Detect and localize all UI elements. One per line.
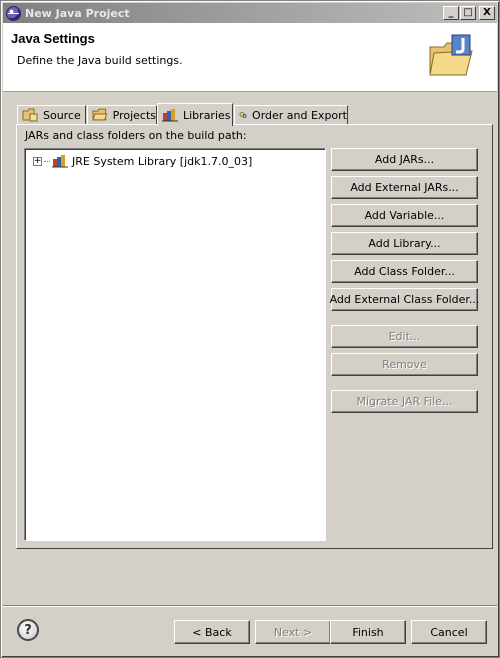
build-path-tree[interactable]: + JRE System Library [jdk1.7.0_03] — [24, 148, 326, 541]
build-path-label: JARs and class folders on the build path… — [25, 129, 247, 142]
next-button[interactable]: Next > — [255, 620, 331, 644]
title-bar[interactable]: New Java Project _ □ X — [3, 3, 497, 23]
tab-projects[interactable]: Projects — [87, 105, 157, 125]
tab-libraries-label: Libraries — [183, 108, 231, 122]
cancel-button[interactable]: Cancel — [411, 620, 487, 644]
library-icon — [52, 155, 68, 168]
source-folder-icon — [22, 108, 38, 122]
maximize-button[interactable]: □ — [460, 6, 476, 20]
tree-connector — [44, 160, 50, 162]
eclipse-icon — [6, 5, 21, 21]
add-variable-button[interactable]: Add Variable... — [331, 204, 478, 227]
expand-icon[interactable]: + — [33, 156, 42, 166]
header-banner: Java Settings Define the Java build sett… — [3, 23, 497, 92]
tree-item-label: JRE System Library [jdk1.7.0_03] — [72, 154, 253, 168]
tree-item-jre-system-library[interactable]: + JRE System Library [jdk1.7.0_03] — [33, 154, 252, 168]
page-description: Define the Java build settings. — [17, 54, 183, 67]
tab-projects-label: Projects — [112, 108, 156, 122]
tab-order-and-export[interactable]: Order and Export — [234, 105, 348, 125]
add-external-jars-button[interactable]: Add External JARs... — [331, 176, 478, 199]
window-title: New Java Project — [25, 6, 130, 20]
finish-button[interactable]: Finish — [330, 620, 406, 644]
page-title: Java Settings — [11, 31, 95, 46]
tab-libraries[interactable]: Libraries — [157, 103, 233, 126]
tab-order-export-label: Order and Export — [252, 108, 347, 122]
minimize-button[interactable]: _ — [443, 6, 459, 20]
add-jars-button[interactable]: Add JARs... — [331, 148, 478, 171]
close-button[interactable]: X — [479, 6, 495, 20]
add-class-folder-button[interactable]: Add Class Folder... — [331, 260, 478, 283]
add-library-button[interactable]: Add Library... — [331, 232, 478, 255]
back-button[interactable]: < Back — [174, 620, 250, 644]
migrate-jar-file-button[interactable]: Migrate JAR File... — [331, 390, 478, 413]
wizard-folder-java-icon — [429, 34, 473, 76]
footer-divider — [3, 605, 497, 607]
new-java-project-dialog: New Java Project _ □ X Java Settings Def… — [0, 0, 500, 658]
tab-source[interactable]: Source — [17, 105, 86, 125]
help-icon[interactable]: ? — [17, 619, 39, 641]
add-external-class-folder-button[interactable]: Add External Class Folder... — [330, 288, 479, 311]
projects-folder-icon — [92, 108, 108, 121]
edit-button[interactable]: Edit... — [331, 325, 478, 348]
order-export-icon — [239, 111, 247, 119]
remove-button[interactable]: Remove — [331, 353, 478, 376]
libraries-icon — [162, 109, 178, 122]
tab-source-label: Source — [43, 108, 81, 122]
